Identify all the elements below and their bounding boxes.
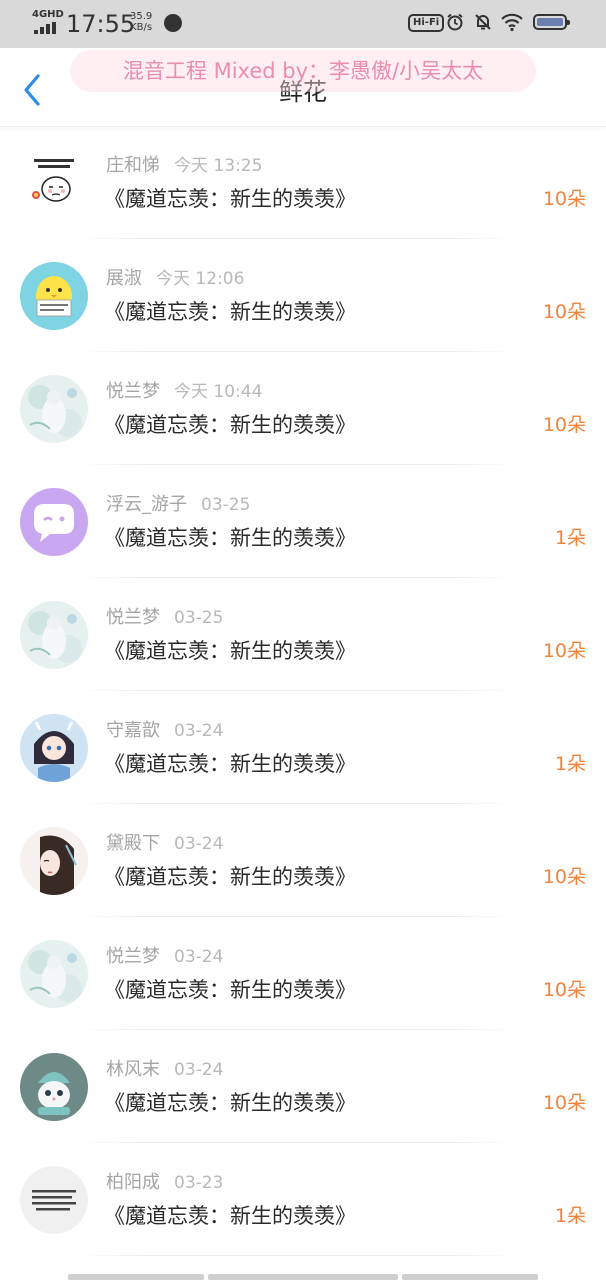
divider (80, 1255, 516, 1256)
gift-time: 03-24 (174, 947, 224, 967)
list-item[interactable]: 悦兰梦 今天 10:44 《魔道忘羡：新生的羡羡》 10朵 (0, 352, 606, 465)
list-item[interactable]: 庄和悌 今天 13:25 《魔道忘羡：新生的羡羡》 10朵 (0, 126, 606, 239)
list-item[interactable]: 悦兰梦 03-24 《魔道忘羡：新生的羡羡》 10朵 (0, 917, 606, 1030)
sender-line: 悦兰梦 03-24 (106, 946, 223, 968)
sender-line: 黛殿下 03-24 (106, 833, 223, 855)
bottom-nav-hint (0, 1272, 606, 1280)
flower-count: 1朵 (554, 753, 586, 775)
sender-name: 黛殿下 (106, 833, 160, 854)
list-item[interactable]: 浮云_游子 03-25 《魔道忘羡：新生的羡羡》 1朵 (0, 465, 606, 578)
avatar[interactable] (20, 1166, 88, 1234)
sender-name: 悦兰梦 (106, 946, 160, 967)
hifi-badge: Hi-Fi (408, 14, 445, 32)
sender-line: 浮云_游子 03-25 (106, 494, 250, 516)
work-title: 《魔道忘羡：新生的羡羡》 (104, 978, 356, 1002)
avatar[interactable] (20, 375, 88, 443)
alarm-icon (447, 13, 463, 31)
sender-line: 庄和悌 今天 13:25 (106, 155, 262, 177)
network-type: 4GHD (32, 9, 64, 20)
flower-count: 10朵 (542, 188, 586, 210)
work-title: 《魔道忘羡：新生的羡羡》 (104, 300, 356, 324)
avatar[interactable] (20, 488, 88, 556)
gift-time: 今天 13:25 (174, 156, 263, 176)
flower-count: 10朵 (542, 640, 586, 662)
gift-time: 今天 12:06 (156, 269, 245, 289)
clock: 17:55 (66, 10, 136, 38)
avatar[interactable] (20, 1053, 88, 1121)
work-title: 《魔道忘羡：新生的羡羡》 (104, 865, 356, 889)
header-bar: 鲜花 混音工程 Mixed by：李愚傲/小吴太太 (0, 48, 606, 127)
flower-count: 10朵 (542, 301, 586, 323)
work-title: 《魔道忘羡：新生的羡羡》 (104, 526, 356, 550)
sender-name: 林风末 (106, 1059, 160, 1080)
sender-name: 展淑 (106, 268, 142, 289)
sync-icon (164, 14, 182, 32)
avatar[interactable] (20, 149, 88, 217)
work-title: 《魔道忘羡：新生的羡羡》 (104, 1091, 356, 1115)
list-item[interactable]: 守嘉歆 03-24 《魔道忘羡：新生的羡羡》 1朵 (0, 691, 606, 804)
network-speed: 35.9 KB/s (130, 11, 152, 33)
flower-count: 1朵 (554, 527, 586, 549)
sender-name: 浮云_游子 (106, 494, 187, 515)
flower-count: 10朵 (542, 866, 586, 888)
work-title: 《魔道忘羡：新生的羡羡》 (104, 752, 356, 776)
flower-gift-list: 庄和悌 今天 13:25 《魔道忘羡：新生的羡羡》 10朵 展淑 今天 12:06 … (0, 126, 606, 1256)
gift-time: 03-24 (174, 721, 224, 741)
work-title: 《魔道忘羡：新生的羡羡》 (104, 187, 356, 211)
avatar[interactable] (20, 940, 88, 1008)
work-title: 《魔道忘羡：新生的羡羡》 (104, 639, 356, 663)
sender-line: 柏阳成 03-23 (106, 1172, 223, 1194)
avatar[interactable] (20, 601, 88, 669)
gift-time: 03-23 (174, 1173, 224, 1193)
sender-name: 悦兰梦 (106, 381, 160, 402)
gift-time: 今天 10:44 (174, 382, 263, 402)
avatar[interactable] (20, 262, 88, 330)
sender-line: 林风末 03-24 (106, 1059, 223, 1081)
avatar[interactable] (20, 714, 88, 782)
flower-count: 10朵 (542, 1092, 586, 1114)
speed-unit: KB/s (130, 22, 153, 33)
lyric-overlay-banner: 混音工程 Mixed by：李愚傲/小吴太太 (70, 50, 536, 92)
battery-icon (533, 14, 570, 30)
work-title: 《魔道忘羡：新生的羡羡》 (104, 413, 356, 437)
wifi-icon (501, 13, 523, 32)
list-item[interactable]: 悦兰梦 03-25 《魔道忘羡：新生的羡羡》 10朵 (0, 578, 606, 691)
gift-time: 03-25 (174, 608, 224, 628)
flower-count: 1朵 (554, 1205, 586, 1227)
sender-line: 悦兰梦 03-25 (106, 607, 223, 629)
gift-time: 03-25 (201, 495, 251, 515)
avatar[interactable] (20, 827, 88, 895)
sender-line: 守嘉歆 03-24 (106, 720, 223, 742)
gift-time: 03-24 (174, 834, 224, 854)
speed-value: 35.9 (130, 11, 153, 22)
signal-icon (34, 22, 58, 34)
mute-icon (475, 14, 491, 30)
list-item[interactable]: 黛殿下 03-24 《魔道忘羡：新生的羡羡》 10朵 (0, 804, 606, 917)
work-title: 《魔道忘羡：新生的羡羡》 (104, 1204, 356, 1228)
flower-count: 10朵 (542, 979, 586, 1001)
sender-line: 展淑 今天 12:06 (106, 268, 244, 290)
status-bar: 4GHD 17:55 35.9 KB/s Hi-Fi (0, 0, 606, 48)
gift-time: 03-24 (174, 1060, 224, 1080)
list-item[interactable]: 展淑 今天 12:06 《魔道忘羡：新生的羡羡》 10朵 (0, 239, 606, 352)
sender-name: 悦兰梦 (106, 607, 160, 628)
sender-name: 庄和悌 (106, 155, 160, 176)
sender-name: 守嘉歆 (106, 720, 160, 741)
list-item[interactable]: 林风末 03-24 《魔道忘羡：新生的羡羡》 10朵 (0, 1030, 606, 1143)
flower-count: 10朵 (542, 414, 586, 436)
sender-line: 悦兰梦 今天 10:44 (106, 381, 262, 403)
list-item[interactable]: 柏阳成 03-23 《魔道忘羡：新生的羡羡》 1朵 (0, 1143, 606, 1256)
sender-name: 柏阳成 (106, 1172, 160, 1193)
